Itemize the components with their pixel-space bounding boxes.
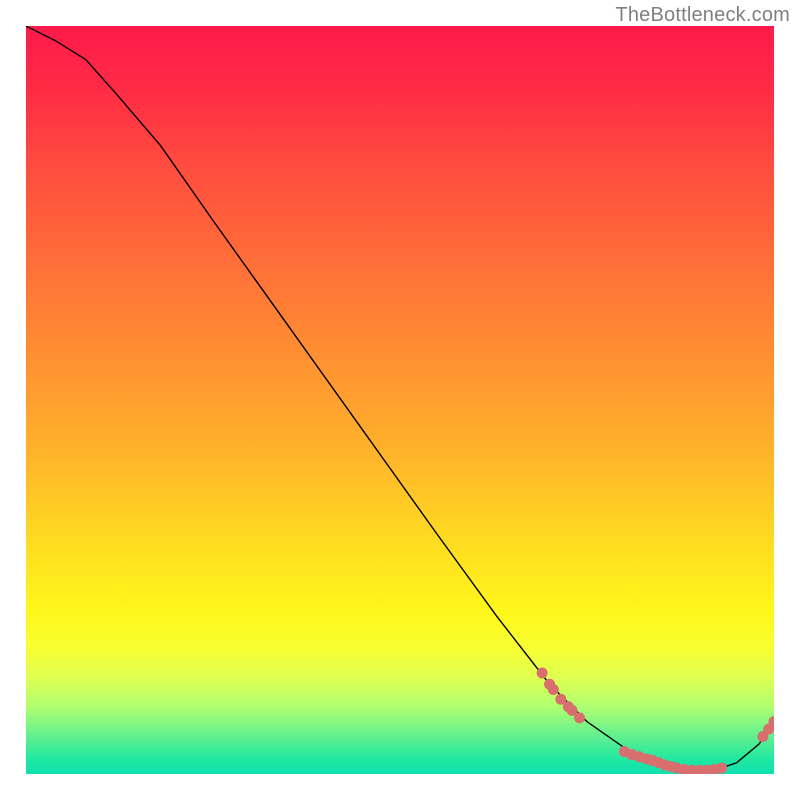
frame bbox=[0, 0, 26, 800]
marker-group bbox=[537, 668, 779, 775]
curve-dot bbox=[548, 684, 558, 694]
chart-overlay bbox=[26, 26, 774, 774]
frame bbox=[0, 774, 800, 800]
curve-dot bbox=[567, 705, 577, 715]
chart-container: TheBottleneck.com bbox=[0, 0, 800, 800]
bottleneck-curve bbox=[26, 26, 774, 770]
curve-dot bbox=[717, 763, 727, 773]
curve-dot bbox=[575, 713, 585, 723]
frame bbox=[774, 0, 800, 800]
attribution-text: TheBottleneck.com bbox=[615, 4, 790, 27]
curve-dot bbox=[537, 668, 547, 678]
curve-dot bbox=[556, 694, 566, 704]
